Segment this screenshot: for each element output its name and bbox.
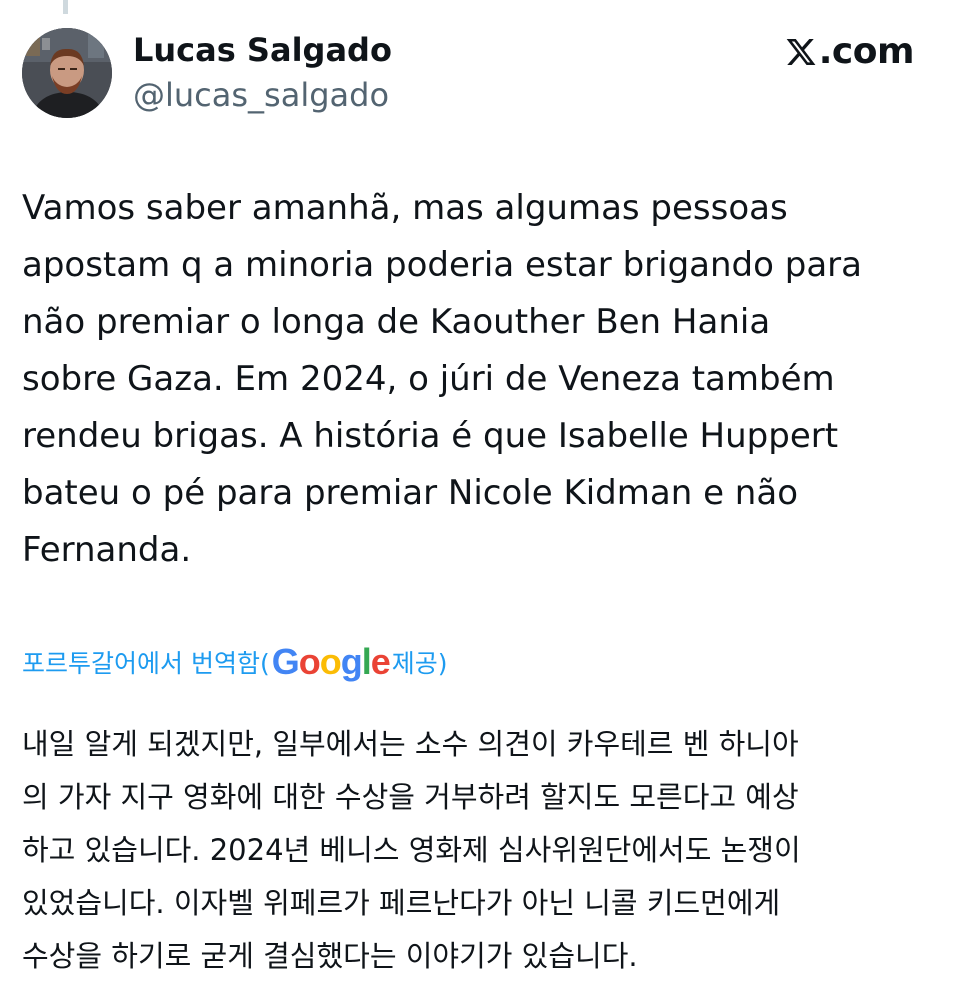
x-logo-icon xyxy=(786,39,816,65)
avatar-image xyxy=(22,28,112,118)
translated-tweet-text: 내일 알게 되겠지만, 일부에서는 소수 의견이 카우테르 벤 하니아 의 가자… xyxy=(22,727,801,973)
tweet-text: Vamos saber amanhã, mas algumas pessoas … xyxy=(22,188,862,570)
translation-label-prefix: 포르투갈어에서 번역함( xyxy=(22,649,270,678)
avatar[interactable] xyxy=(22,28,112,118)
google-logo-letter: o xyxy=(319,641,342,682)
google-logo-letter: g xyxy=(340,641,363,682)
google-logo-letter: l xyxy=(361,641,372,682)
google-logo-letter: e xyxy=(370,641,391,682)
google-logo-letter: G xyxy=(271,641,300,682)
brand-domain-text: .com xyxy=(818,31,915,72)
author-handle[interactable]: @lucas_salgado xyxy=(133,75,389,115)
author-display-name[interactable]: Lucas Salgado xyxy=(133,30,392,70)
x-com-brand: .com xyxy=(784,31,915,72)
thread-connector-line xyxy=(63,0,68,14)
translation-label-suffix: 제공) xyxy=(391,649,448,678)
translation-attribution[interactable]: 포르투갈어에서 번역함( Google 제공) xyxy=(22,640,448,684)
google-logo: Google xyxy=(271,640,391,684)
google-logo-letter: o xyxy=(298,641,321,682)
